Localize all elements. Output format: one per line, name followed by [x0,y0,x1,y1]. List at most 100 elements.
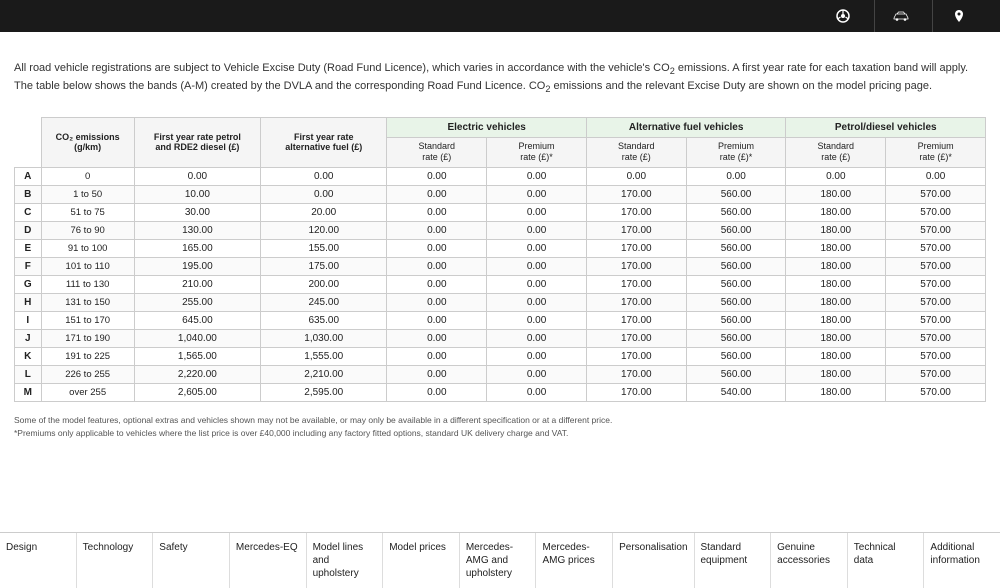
petrol-prem-cell: 570.00 [886,204,986,222]
band-cell: L [15,366,42,384]
petrol-prem-cell: 570.00 [886,258,986,276]
table-row: I 151 to 170 645.00 635.00 0.00 0.00 170… [15,312,986,330]
footnote-line2: *Premiums only applicable to vehicles wh… [14,428,568,438]
bottom-nav-item-0[interactable]: Design [0,533,77,588]
ev-prem-cell: 0.00 [487,294,587,312]
petrol-prem-cell: 570.00 [886,186,986,204]
petrol-std-cell: 180.00 [786,348,886,366]
ev-std-cell: 0.00 [387,240,487,258]
ev-prem-cell: 0.00 [487,222,587,240]
table-row: D 76 to 90 130.00 120.00 0.00 0.00 170.0… [15,222,986,240]
bottom-nav-item-10[interactable]: Genuine accessories [771,533,848,588]
petrol-first-cell: 2,605.00 [134,384,260,402]
bottom-nav-item-8[interactable]: Personalisation [613,533,694,588]
petrol-first-cell: 195.00 [134,258,260,276]
description: All road vehicle registrations are subje… [14,60,984,97]
alt-std-cell: 170.00 [586,258,686,276]
table-row: H 131 to 150 255.00 245.00 0.00 0.00 170… [15,294,986,312]
co2-cell: 226 to 255 [41,366,134,384]
bottom-nav-item-5[interactable]: Model prices [383,533,460,588]
ev-std-cell: 0.00 [387,276,487,294]
alt-first-cell: 635.00 [261,312,387,330]
car-icon [893,8,909,24]
book-test-drive-nav[interactable] [817,0,874,32]
band-cell: E [15,240,42,258]
ev-prem-cell: 0.00 [487,240,587,258]
co2-cell: 191 to 225 [41,348,134,366]
petrol-prem-header: Premiumrate (£)* [886,137,986,167]
bottom-nav-item-3[interactable]: Mercedes-EQ [230,533,307,588]
alt-prem-cell: 560.00 [686,276,786,294]
ev-prem-cell: 0.00 [487,348,587,366]
alt-first-cell: 200.00 [261,276,387,294]
table-row: E 91 to 100 165.00 155.00 0.00 0.00 170.… [15,240,986,258]
table-row: M over 255 2,605.00 2,595.00 0.00 0.00 1… [15,384,986,402]
bottom-nav-item-12[interactable]: Additional information [924,533,1000,588]
petrol-first-cell: 210.00 [134,276,260,294]
alt-prem-cell: 560.00 [686,222,786,240]
co2-cell: over 255 [41,384,134,402]
bottom-nav-item-11[interactable]: Technical data [848,533,925,588]
petrol-prem-cell: 570.00 [886,276,986,294]
petrol-prem-cell: 570.00 [886,348,986,366]
alt-prem-cell: 560.00 [686,204,786,222]
petrol-first-cell: 2,220.00 [134,366,260,384]
ev-prem-cell: 0.00 [487,258,587,276]
footnote-line1: Some of the model features, optional ext… [14,415,612,425]
ev-prem-cell: 0.00 [487,276,587,294]
bottom-nav-item-9[interactable]: Standard equipment [695,533,772,588]
find-showroom-nav[interactable] [932,0,990,32]
ev-std-cell: 0.00 [387,330,487,348]
alt-first-cell: 175.00 [261,258,387,276]
ev-std-cell: 0.00 [387,168,487,186]
petrol-prem-cell: 570.00 [886,312,986,330]
bottom-nav-item-4[interactable]: Model lines and upholstery [307,533,384,588]
alt-std-header: Standardrate (£) [586,137,686,167]
alt-std-cell: 170.00 [586,222,686,240]
ev-std-cell: 0.00 [387,366,487,384]
co2-cell: 51 to 75 [41,204,134,222]
ev-prem-cell: 0.00 [487,384,587,402]
table-body: A 0 0.00 0.00 0.00 0.00 0.00 0.00 0.00 0… [15,168,986,402]
alt-prem-cell: 540.00 [686,384,786,402]
alt-prem-cell: 560.00 [686,330,786,348]
alt-first-cell: 2,210.00 [261,366,387,384]
alt-std-cell: 170.00 [586,294,686,312]
ev-prem-cell: 0.00 [487,366,587,384]
empty-header-2: CO₂ emissions(g/km) [41,117,134,167]
band-cell: D [15,222,42,240]
electric-group-header: Electric vehicles [387,117,587,137]
ev-prem-cell: 0.00 [487,168,587,186]
co2-cell: 131 to 150 [41,294,134,312]
alt-std-cell: 170.00 [586,312,686,330]
petrol-group-header: Petrol/diesel vehicles [786,117,986,137]
table-row: C 51 to 75 30.00 20.00 0.00 0.00 170.00 … [15,204,986,222]
petrol-std-cell: 180.00 [786,312,886,330]
petrol-prem-cell: 570.00 [886,384,986,402]
petrol-std-cell: 0.00 [786,168,886,186]
band-cell: H [15,294,42,312]
co2-cell: 0 [41,168,134,186]
alt-first-cell: 2,595.00 [261,384,387,402]
bottom-nav-item-1[interactable]: Technology [77,533,154,588]
alt-first-cell: 245.00 [261,294,387,312]
bottom-nav-item-2[interactable]: Safety [153,533,230,588]
band-cell: F [15,258,42,276]
bottom-nav-item-7[interactable]: Mercedes-AMG prices [536,533,613,588]
alt-prem-cell: 560.00 [686,240,786,258]
alt-std-cell: 170.00 [586,384,686,402]
find-eqs-nav[interactable] [874,0,932,32]
petrol-std-header: Standardrate (£) [786,137,886,167]
alt-std-cell: 170.00 [586,186,686,204]
alt-std-cell: 170.00 [586,276,686,294]
petrol-first-cell: 1,565.00 [134,348,260,366]
alt-first-cell: 0.00 [261,186,387,204]
petrol-prem-cell: 570.00 [886,366,986,384]
alt-prem-cell: 560.00 [686,258,786,276]
alt-first-cell: 0.00 [261,168,387,186]
ev-prem-header: Premiumrate (£)* [487,137,587,167]
alt-first-cell: 1,555.00 [261,348,387,366]
bottom-nav-item-6[interactable]: Mercedes-AMG and upholstery [460,533,537,588]
table-row: J 171 to 190 1,040.00 1,030.00 0.00 0.00… [15,330,986,348]
petrol-std-cell: 180.00 [786,384,886,402]
